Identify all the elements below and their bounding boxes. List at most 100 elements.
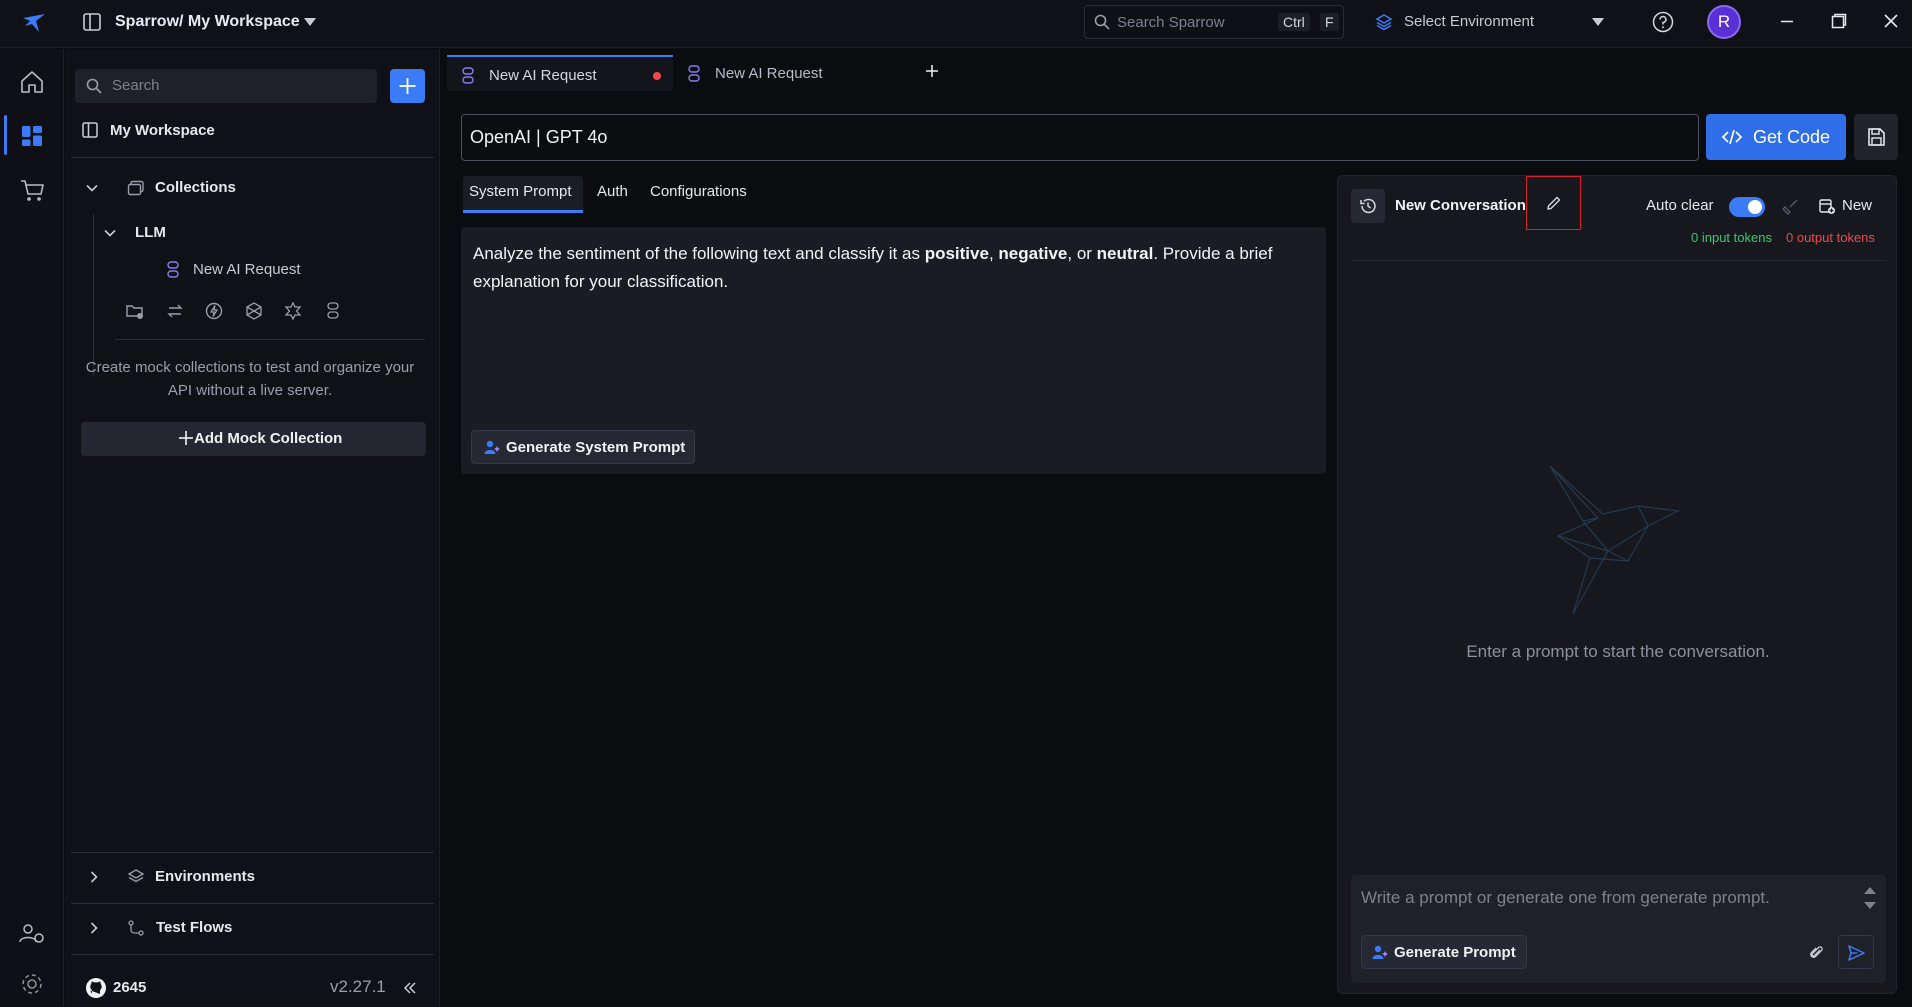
collections-icon xyxy=(127,179,145,197)
generate-prompt-button[interactable]: Generate Prompt xyxy=(1361,935,1527,969)
system-prompt-editor[interactable]: Analyze the sentiment of the following t… xyxy=(461,227,1326,474)
workspace-title[interactable]: Sparrow/ My Workspace xyxy=(115,13,300,31)
history-clock-icon xyxy=(1359,197,1377,215)
auto-clear-toggle[interactable] xyxy=(1729,197,1765,217)
app-version: v2.27.1 xyxy=(330,977,386,996)
chevron-right-icon[interactable] xyxy=(87,921,101,935)
get-code-label: Get Code xyxy=(1753,127,1831,147)
collections-grid-icon[interactable] xyxy=(17,121,47,151)
tab-configurations[interactable]: Configurations xyxy=(650,183,747,200)
sidebar-search-placeholder: Search xyxy=(112,77,160,94)
user-avatar[interactable]: R xyxy=(1707,5,1741,39)
ai-request-icon xyxy=(687,65,701,83)
new-tab-plus-icon[interactable] xyxy=(925,64,939,78)
socketio-icon[interactable] xyxy=(283,301,303,321)
workspace-layout-icon xyxy=(82,122,98,138)
ai-user-icon xyxy=(484,439,500,455)
environment-select[interactable]: Select Environment xyxy=(1404,13,1534,30)
tab-label: New AI Request xyxy=(489,67,597,84)
divider xyxy=(1351,260,1886,261)
edit-title-button[interactable] xyxy=(1526,176,1581,230)
model-selector[interactable]: OpenAI | GPT 4o xyxy=(461,114,1699,161)
shortcut-key: F xyxy=(1320,13,1339,31)
chevron-down-icon[interactable] xyxy=(303,17,317,27)
home-icon[interactable] xyxy=(17,67,47,97)
plus-icon xyxy=(178,430,194,446)
generate-prompt-label: Generate Prompt xyxy=(1394,944,1516,961)
collapse-sidebar-icon[interactable] xyxy=(402,980,418,996)
code-icon xyxy=(1721,127,1743,147)
tab-new-ai-request-1[interactable]: New AI Request xyxy=(447,55,673,91)
help-icon[interactable] xyxy=(1652,11,1674,33)
tab-auth[interactable]: Auth xyxy=(597,183,628,200)
input-tokens: 0 input tokens xyxy=(1691,230,1772,245)
clear-broom-icon[interactable] xyxy=(1781,198,1799,216)
generate-system-prompt-button[interactable]: Generate System Prompt xyxy=(471,430,695,464)
maximize-icon[interactable] xyxy=(1830,12,1848,30)
workspace-name[interactable]: My Workspace xyxy=(110,122,215,139)
divider xyxy=(71,852,434,853)
pencil-icon xyxy=(1545,195,1562,212)
marketplace-cart-icon[interactable] xyxy=(17,175,47,205)
divider xyxy=(71,157,434,158)
lightning-icon[interactable] xyxy=(204,301,224,321)
generate-system-prompt-label: Generate System Prompt xyxy=(506,439,686,456)
empty-conversation-message: Enter a prompt to start the conversation… xyxy=(1466,642,1770,661)
environment-chevron-down-icon[interactable] xyxy=(1591,17,1605,27)
navigation-rail xyxy=(0,49,64,1007)
send-button[interactable] xyxy=(1838,935,1874,969)
tab-system-prompt[interactable]: System Prompt xyxy=(469,183,572,200)
get-code-button[interactable]: Get Code xyxy=(1706,114,1846,160)
global-search-input[interactable]: Search Sparrow Ctrl F xyxy=(1084,5,1344,39)
environment-layers-icon xyxy=(127,868,145,886)
tab-new-ai-request-2[interactable]: New AI Request xyxy=(673,55,899,91)
github-icon[interactable] xyxy=(85,977,107,999)
minimize-icon[interactable] xyxy=(1778,12,1796,30)
sidebar-item-test-flows[interactable]: Test Flows xyxy=(156,919,232,936)
output-tokens: 0 output tokens xyxy=(1786,230,1875,245)
folder-llm[interactable]: LLM xyxy=(135,224,166,241)
settings-gear-icon[interactable] xyxy=(17,969,47,999)
new-conversation-button[interactable]: New xyxy=(1842,197,1872,214)
expand-chevrons-icon[interactable] xyxy=(1863,885,1877,911)
save-button[interactable] xyxy=(1854,114,1898,160)
graphql-icon[interactable] xyxy=(244,301,264,321)
sidebar: Search My Workspace Collections LLM New … xyxy=(65,49,440,1007)
shortcut-ctrl: Ctrl xyxy=(1278,13,1310,31)
sidebar-item-new-ai-request[interactable]: New AI Request xyxy=(193,261,301,278)
add-button[interactable] xyxy=(390,69,425,103)
tab-label: New AI Request xyxy=(715,65,823,82)
close-window-icon[interactable] xyxy=(1882,12,1900,30)
sparrow-bird-illustration-icon xyxy=(1538,466,1698,616)
search-icon xyxy=(1094,14,1110,30)
search-icon xyxy=(86,78,102,94)
tree-guide-line xyxy=(93,214,94,376)
rail-active-indicator xyxy=(4,115,7,155)
chat-prompt-input[interactable]: Write a prompt or generate one from gene… xyxy=(1351,875,1886,983)
chevron-right-icon[interactable] xyxy=(87,870,101,884)
system-prompt-text[interactable]: Analyze the sentiment of the following t… xyxy=(473,240,1313,296)
history-button[interactable] xyxy=(1351,189,1385,223)
swap-arrows-icon[interactable] xyxy=(165,301,185,321)
divider xyxy=(115,339,425,340)
team-users-icon[interactable] xyxy=(17,919,47,949)
add-mock-collection-button[interactable]: Add Mock Collection xyxy=(81,422,426,456)
workspace-layout-icon[interactable] xyxy=(82,12,102,32)
new-chat-icon[interactable] xyxy=(1818,197,1836,215)
add-folder-icon[interactable] xyxy=(125,301,145,321)
divider xyxy=(71,903,434,904)
ai-request-icon xyxy=(166,261,180,279)
sparrow-logo-icon[interactable] xyxy=(22,12,46,34)
chevron-down-icon[interactable] xyxy=(85,181,99,195)
collections-header[interactable]: Collections xyxy=(155,179,236,196)
chevron-down-icon[interactable] xyxy=(103,226,117,240)
sidebar-item-environments[interactable]: Environments xyxy=(155,868,255,885)
test-flows-icon xyxy=(127,919,145,937)
model-label: OpenAI | GPT 4o xyxy=(470,127,608,147)
active-subtab-indicator xyxy=(463,210,583,213)
sidebar-search-input[interactable]: Search xyxy=(75,69,377,103)
mock-collections-description: Create mock collections to test and orga… xyxy=(85,359,415,399)
ai-user-icon xyxy=(1372,944,1388,960)
ai-request-icon[interactable] xyxy=(323,301,343,321)
attachment-paperclip-icon[interactable] xyxy=(1808,943,1824,961)
